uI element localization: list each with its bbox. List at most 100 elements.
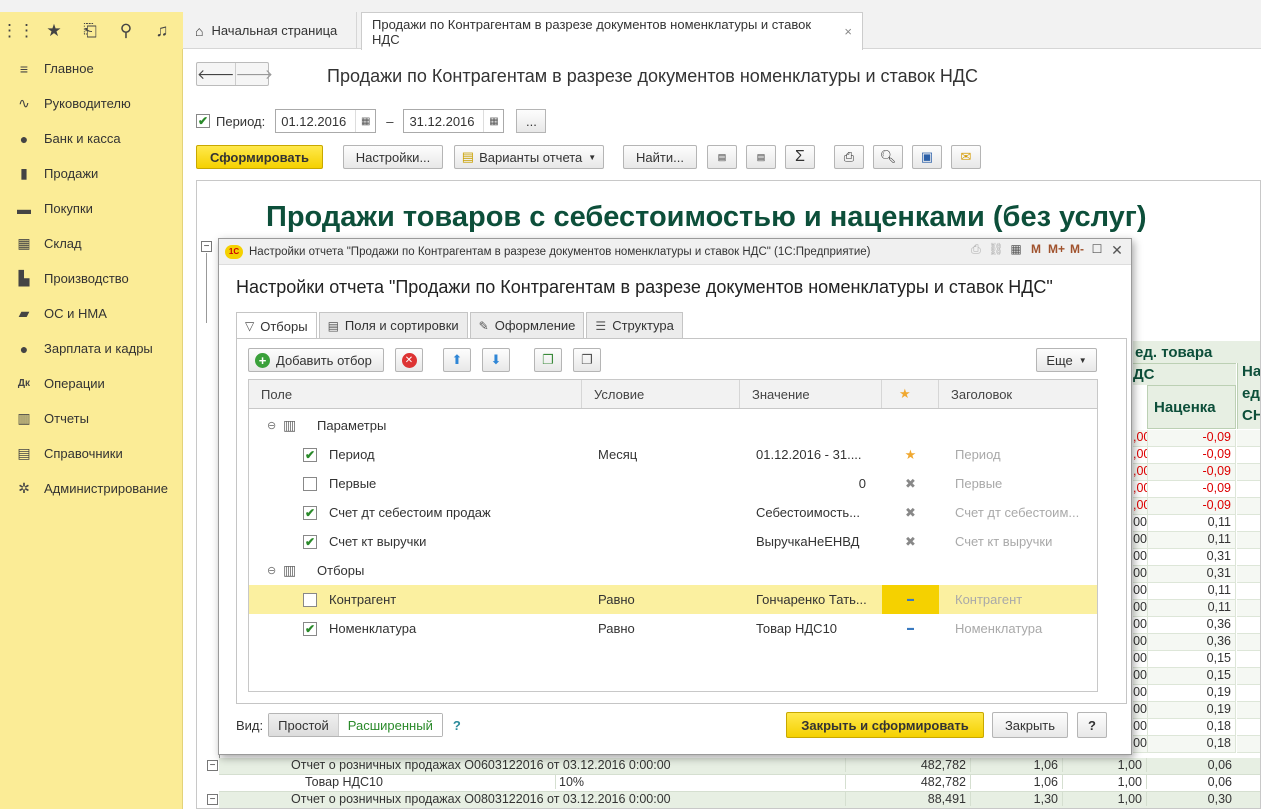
sidebar-item[interactable]: ∿ Руководителю xyxy=(0,86,182,121)
dash-icon[interactable]: ▬ xyxy=(882,585,939,614)
filter-condition[interactable]: Месяц xyxy=(598,440,738,469)
dash-icon[interactable]: ▬ xyxy=(882,614,939,643)
view-help-link[interactable]: ? xyxy=(453,718,461,733)
apps-grid-icon[interactable]: ⋮⋮ xyxy=(0,12,36,49)
delete-icon[interactable]: ✕ xyxy=(395,348,423,372)
link-icon[interactable]: ⛓ xyxy=(988,242,1004,259)
group-icon[interactable]: ❐ xyxy=(534,348,562,372)
sidebar-item[interactable]: ▤ Справочники xyxy=(0,436,182,471)
filter-checkbox[interactable]: ✔ xyxy=(303,498,319,527)
bell-icon[interactable]: ♫ xyxy=(144,12,180,49)
move-down-icon[interactable]: ⬇ xyxy=(482,348,510,372)
filter-row[interactable]: Первые 0 ✖ Первые xyxy=(249,469,1097,498)
filter-condition[interactable]: Равно xyxy=(598,585,738,614)
tab-report[interactable]: Продажи по Контрагентам в разрезе докуме… xyxy=(361,12,863,50)
period-checkbox[interactable]: ✔ xyxy=(196,114,210,128)
tab-structure[interactable]: ☰ Структура xyxy=(586,312,683,338)
filter-value[interactable]: Товар НДС10 xyxy=(756,614,876,643)
sidebar-item[interactable]: ● Банк и касса xyxy=(0,121,182,156)
col-use-star[interactable]: ★ xyxy=(882,380,939,408)
checkbox-checked[interactable]: ✔ xyxy=(303,447,317,462)
collapse-groups-icon[interactable]: ▤ xyxy=(707,145,737,169)
tab-filters[interactable]: ▽ Отборы xyxy=(236,312,317,339)
filter-title[interactable]: Первые xyxy=(955,469,1095,498)
generate-button[interactable]: Сформировать xyxy=(196,145,323,169)
forward-arrow-icon[interactable]: 🡒 xyxy=(234,63,273,85)
variants-button[interactable]: ▤ Варианты отчета ▼ xyxy=(454,145,604,169)
sidebar-item[interactable]: ▦ Склад xyxy=(0,226,182,261)
filter-checkbox[interactable]: ✔ xyxy=(303,614,319,643)
close-button[interactable]: Закрыть xyxy=(992,712,1068,738)
sidebar-item[interactable]: ▬ Покупки xyxy=(0,191,182,226)
email-icon[interactable]: ✉ xyxy=(951,145,981,169)
sidebar-item[interactable]: ▰ ОС и НМА xyxy=(0,296,182,331)
back-arrow-icon[interactable]: 🡐 xyxy=(197,63,235,85)
filter-title[interactable]: Контрагент xyxy=(955,585,1095,614)
memory-mminus-button[interactable]: M- xyxy=(1069,242,1085,259)
calendar-icon[interactable]: ▦ xyxy=(1008,242,1024,259)
group-row[interactable]: ⊖ ▥ Параметры xyxy=(249,411,1097,440)
view-extended-button[interactable]: Расширенный xyxy=(337,714,442,736)
cross-icon[interactable]: ✖ xyxy=(882,469,939,498)
sidebar-item[interactable]: ▥ Отчеты xyxy=(0,401,182,436)
close-icon[interactable]: ✕ xyxy=(1109,242,1125,259)
close-and-generate-button[interactable]: Закрыть и сформировать xyxy=(786,712,984,738)
filter-condition[interactable] xyxy=(598,527,738,556)
filter-checkbox[interactable]: ✔ xyxy=(303,527,319,556)
filter-condition[interactable] xyxy=(598,469,738,498)
preview-icon[interactable]: 🔍︎ xyxy=(873,145,903,169)
sidebar-item[interactable]: Дк Операции xyxy=(0,366,182,401)
collapse-icon[interactable]: ⊖ xyxy=(267,411,281,440)
filter-checkbox[interactable]: ✔ xyxy=(303,440,319,469)
filter-row[interactable]: ✔ Счет кт выручки ВыручкаНеЕНВД ✖ Счет кт вы… xyxy=(249,527,1097,556)
move-up-icon[interactable]: ⬆ xyxy=(443,348,471,372)
col-condition[interactable]: Условие xyxy=(582,380,740,408)
filter-row[interactable]: ✔ Период Месяц 01.12.2016 - 31.... ★ Период xyxy=(249,440,1097,469)
sidebar-item[interactable]: ● Зарплата и кадры xyxy=(0,331,182,366)
tab-home[interactable]: ⌂ Начальная страница xyxy=(185,12,357,49)
checkbox-checked[interactable]: ✔ xyxy=(303,621,317,636)
filter-row[interactable]: ✔ Номенклатура Равно Товар НДС10 ▬ Номенклату… xyxy=(249,614,1097,643)
checkbox-checked[interactable]: ✔ xyxy=(303,505,317,520)
cross-icon[interactable]: ✖ xyxy=(882,527,939,556)
filter-title[interactable]: Период xyxy=(955,440,1095,469)
group-row[interactable]: ⊖ ▥ Отборы xyxy=(249,556,1097,585)
calendar-icon[interactable]: ▦ xyxy=(483,110,503,132)
filter-row[interactable]: ✔ Счет дт себестоим продаж Себестоимость..… xyxy=(249,498,1097,527)
collapse-tree-icon[interactable]: − xyxy=(201,241,212,252)
sidebar-item[interactable]: ✲ Администрирование xyxy=(0,471,182,506)
filter-value[interactable]: Гончаренко Тать... xyxy=(756,585,876,614)
tab-fields[interactable]: ▤ Поля и сортировки xyxy=(318,312,468,338)
memory-m-button[interactable]: M xyxy=(1028,242,1044,259)
sidebar-item[interactable]: ▙ Производство xyxy=(0,261,182,296)
expand-groups-icon[interactable]: ▤ xyxy=(746,145,776,169)
history-icon[interactable]: ⎗ xyxy=(72,12,108,49)
view-simple-button[interactable]: Простой xyxy=(269,714,338,736)
filter-value[interactable]: 0 xyxy=(756,469,876,498)
col-field[interactable]: Поле xyxy=(249,380,582,408)
ungroup-icon[interactable]: ❐ xyxy=(573,348,601,372)
close-icon[interactable]: × xyxy=(844,24,852,39)
col-value[interactable]: Значение xyxy=(740,380,882,408)
settings-button[interactable]: Настройки... xyxy=(343,145,443,169)
filter-checkbox[interactable] xyxy=(303,585,319,614)
filter-condition[interactable]: Равно xyxy=(598,614,738,643)
filter-checkbox[interactable] xyxy=(303,469,319,498)
date-from-field[interactable]: 01.12.2016 ▦ xyxy=(275,109,377,133)
help-button[interactable]: ? xyxy=(1077,712,1107,738)
print-icon[interactable]: ⎙ xyxy=(968,242,984,259)
filter-value[interactable]: 01.12.2016 - 31.... xyxy=(756,440,876,469)
filter-title[interactable]: Счет кт выручки xyxy=(955,527,1095,556)
star-icon[interactable]: ★ xyxy=(36,12,72,49)
checkbox-checked[interactable]: ✔ xyxy=(303,534,317,549)
checkbox-unchecked[interactable] xyxy=(303,592,317,607)
period-select-button[interactable]: ... xyxy=(516,109,547,133)
more-button[interactable]: Еще ▼ xyxy=(1036,348,1097,372)
calendar-icon[interactable]: ▦ xyxy=(355,110,375,132)
checkbox-unchecked[interactable] xyxy=(303,476,317,491)
col-title[interactable]: Заголовок xyxy=(939,380,1097,408)
filter-title[interactable]: Номенклатура xyxy=(955,614,1095,643)
sum-icon[interactable]: Σ xyxy=(785,145,815,169)
cross-icon[interactable]: ✖ xyxy=(882,498,939,527)
collapse-icon[interactable]: ⊖ xyxy=(267,556,281,585)
